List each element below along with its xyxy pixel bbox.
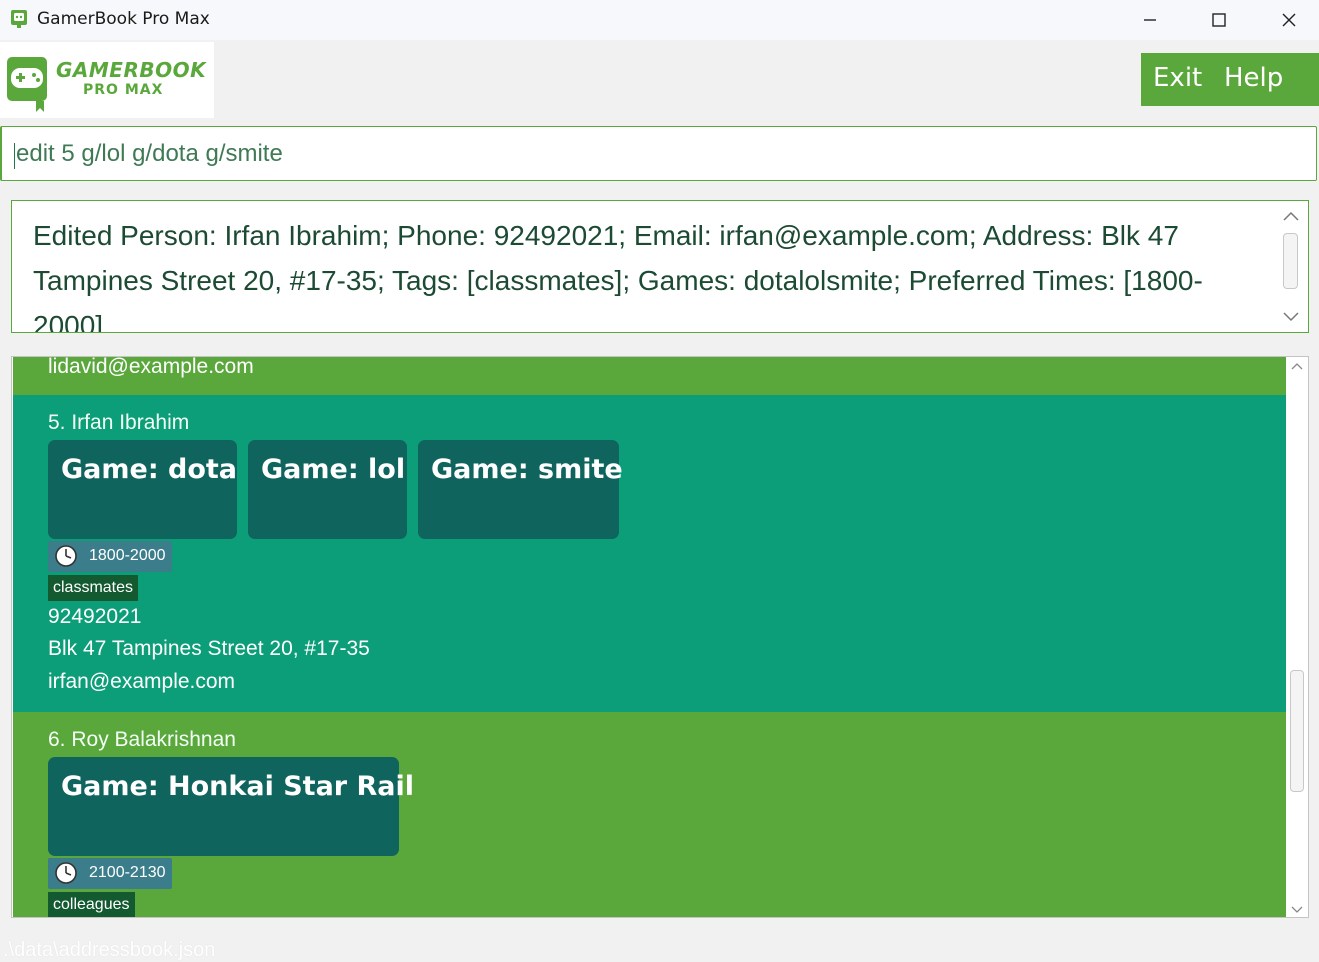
person-name: 6. Roy Balakrishnan [48, 728, 236, 751]
app-icon [11, 10, 27, 28]
game-chip: Game: smite [418, 440, 623, 539]
person-card[interactable]: 6. Roy Balakrishnan Game: Honkai Star Ra… [13, 712, 1286, 917]
person-email: lidavid@example.com [48, 356, 254, 378]
result-scrollbar[interactable] [1274, 201, 1308, 332]
person-list[interactable]: lidavid@example.com 5. Irfan Ibrahim Gam… [11, 356, 1309, 918]
game-chip: Game: Honkai Star Rail [48, 757, 414, 856]
scroll-down-icon[interactable] [1290, 905, 1304, 915]
close-icon [1282, 13, 1296, 27]
person-phone: 92492021 [48, 605, 142, 628]
result-display[interactable]: Edited Person: Irfan Ibrahim; Phone: 924… [11, 200, 1309, 333]
person-email: irfan@example.com [48, 670, 236, 693]
command-input[interactable]: edit 5 g/lol g/dota g/smite [0, 126, 1317, 181]
clock-icon [55, 545, 77, 567]
person-address: Blk 47 Tampines Street 20, #17-35 [48, 637, 370, 660]
text-caret [14, 143, 15, 169]
window-title: GamerBook Pro Max [37, 9, 210, 29]
logo-subtitle: PRO MAX [83, 82, 164, 98]
game-chip-label: Game: dota [61, 454, 238, 485]
app-header: GAMERBOOK PRO MAX Exit Help [0, 40, 1319, 120]
minimize-icon [1144, 19, 1156, 21]
game-chip-label: Game: smite [431, 454, 623, 485]
list-scrollbar[interactable] [1286, 357, 1308, 917]
preferred-time-chip: 1800-2000 [48, 541, 172, 572]
scroll-up-icon[interactable] [1290, 361, 1304, 371]
person-name: 5. Irfan Ibrahim [48, 411, 190, 434]
result-text: Edited Person: Irfan Ibrahim; Phone: 924… [33, 220, 1203, 333]
clock-icon [55, 862, 77, 884]
logo-title: GAMERBOOK [56, 58, 207, 82]
close-button[interactable] [1254, 0, 1319, 40]
maximize-icon [1212, 13, 1226, 27]
game-chip-label: Game: lol [261, 454, 406, 485]
menu-bar: Exit Help [1141, 53, 1319, 106]
save-file-path: .\data\addressbook.json [3, 939, 216, 961]
maximize-button[interactable] [1184, 0, 1254, 40]
menu-exit[interactable]: Exit [1153, 63, 1202, 93]
tag-label: colleagues [53, 896, 130, 913]
list-scroll-thumb[interactable] [1290, 670, 1304, 792]
app-logo: GAMERBOOK PRO MAX [0, 42, 214, 118]
minimize-button[interactable] [1115, 0, 1185, 40]
result-scroll-thumb[interactable] [1283, 233, 1298, 289]
preferred-time-label: 1800-2000 [89, 547, 166, 564]
preferred-time-chip: 2100-2130 [48, 858, 172, 889]
tag-chip: classmates [48, 575, 139, 601]
tag-label: classmates [53, 579, 134, 596]
gamepad-logo-icon [7, 57, 47, 112]
game-chip-label: Game: Honkai Star Rail [61, 771, 415, 802]
command-text: edit 5 g/lol g/dota g/smite [16, 140, 283, 167]
person-card-selected[interactable]: 5. Irfan Ibrahim Game: dota Game: lol Ga… [13, 395, 1286, 712]
game-chip: Game: dota [48, 440, 237, 539]
person-card-partial[interactable]: lidavid@example.com [13, 357, 1286, 395]
tag-chip: colleagues [48, 892, 135, 917]
preferred-time-label: 2100-2130 [89, 864, 166, 881]
status-bar: .\data\addressbook.json [0, 935, 1319, 961]
game-chip: Game: lol [248, 440, 407, 539]
scroll-up-icon[interactable] [1282, 209, 1300, 223]
title-bar: GamerBook Pro Max [0, 0, 1319, 40]
menu-help[interactable]: Help [1224, 63, 1283, 93]
scroll-down-icon[interactable] [1282, 310, 1300, 324]
